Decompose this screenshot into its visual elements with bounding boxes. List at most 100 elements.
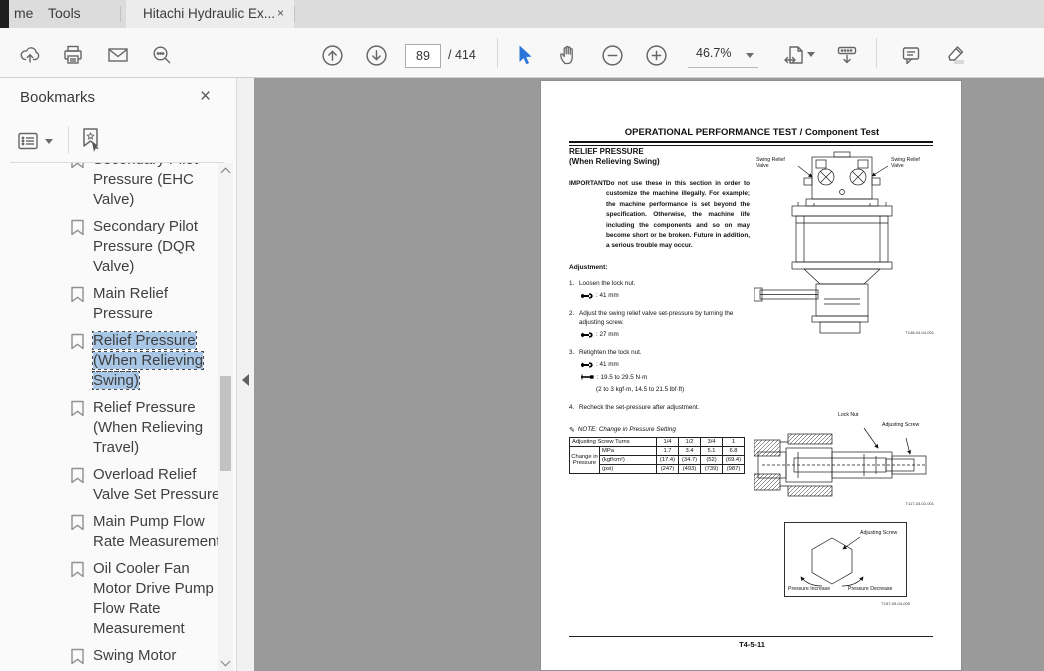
previous-page-button[interactable] bbox=[318, 41, 346, 69]
tab-close-icon[interactable]: × bbox=[277, 6, 284, 20]
email-icon bbox=[106, 43, 130, 67]
torque-wrench-icon bbox=[581, 374, 594, 380]
bookmark-item[interactable]: Overload Relief Valve Set Pressure bbox=[70, 465, 218, 505]
footer-rule bbox=[569, 636, 933, 637]
wrench-icon bbox=[581, 332, 593, 338]
table-group-label: Change in Pressure bbox=[570, 446, 600, 473]
adjustment-heading: Adjustment: bbox=[569, 264, 750, 271]
expand-current-bookmark-button[interactable] bbox=[76, 125, 106, 155]
search-icon bbox=[150, 43, 174, 67]
zoom-level-dropdown[interactable]: 46.7% bbox=[688, 42, 758, 68]
figure-label: Lock Nut bbox=[838, 412, 882, 418]
bookmark-item[interactable]: Oil Cooler Fan Motor Drive Pump Flow Rat… bbox=[70, 559, 218, 639]
section-title: RELIEF PRESSURE bbox=[569, 147, 750, 157]
page-header: OPERATIONAL PERFORMANCE TEST / Component… bbox=[541, 127, 962, 138]
hand-tool-button[interactable] bbox=[554, 41, 582, 69]
hide-toolbar-icon bbox=[835, 43, 859, 67]
figure-label: Pressure Decrease bbox=[848, 586, 904, 592]
figure-code: T148-04-04-001 bbox=[905, 330, 934, 335]
bookmark-item[interactable]: Main Pump Flow Rate Measurement bbox=[70, 512, 218, 552]
wrench-spec: : 41 mm bbox=[581, 291, 750, 300]
collapse-panel-icon[interactable] bbox=[242, 374, 249, 386]
bookmarks-panel-title: Bookmarks bbox=[20, 89, 95, 106]
important-note: IMPORTANT: Do not use these in this sect… bbox=[569, 179, 750, 252]
bookmark-icon bbox=[70, 333, 85, 350]
toolbar-separator bbox=[876, 38, 877, 68]
figure-code: T117-03-02-001 bbox=[906, 501, 934, 506]
bookmark-icon bbox=[70, 648, 85, 665]
scroll-down-icon[interactable] bbox=[221, 657, 231, 667]
bookmark-icon bbox=[70, 561, 85, 578]
scrollbar-thumb[interactable] bbox=[220, 376, 231, 471]
email-button[interactable] bbox=[104, 41, 132, 69]
bookmarks-toolbar bbox=[0, 120, 236, 162]
highlight-button[interactable] bbox=[941, 41, 969, 69]
share-upload-icon bbox=[18, 43, 42, 67]
zoom-out-icon bbox=[600, 43, 625, 68]
wrench-icon bbox=[581, 362, 593, 368]
share-upload-button[interactable] bbox=[16, 41, 44, 69]
fit-width-button[interactable] bbox=[780, 41, 808, 69]
chevron-down-icon bbox=[807, 52, 815, 57]
bookmarks-options-button[interactable] bbox=[16, 127, 60, 155]
chevron-down-icon bbox=[45, 139, 53, 144]
bookmark-icon bbox=[70, 286, 85, 303]
hide-toolbar-button[interactable] bbox=[833, 41, 861, 69]
bookmark-item[interactable]: Relief Pressure (When Relieving Travel) bbox=[70, 398, 218, 458]
panel-divider[interactable] bbox=[236, 78, 254, 671]
figure-label: Swing Relief Valve bbox=[756, 157, 796, 169]
bookmarks-list: Secondary Pilot Pressure (EHC Valve) Sec… bbox=[0, 163, 218, 671]
bookmarks-toolbar-separator bbox=[68, 126, 69, 154]
bookmark-item[interactable]: Secondary Pilot Pressure (DQR Valve) bbox=[70, 217, 218, 277]
comment-button[interactable] bbox=[897, 41, 925, 69]
select-tool-button[interactable] bbox=[510, 41, 538, 69]
wrench-icon bbox=[581, 293, 593, 299]
print-button[interactable] bbox=[59, 41, 87, 69]
figure-code: T157-05-04-005 bbox=[881, 601, 910, 606]
bookmark-item[interactable]: Swing Motor bbox=[70, 646, 218, 666]
page-up-icon bbox=[320, 43, 345, 68]
bookmarks-panel: Bookmarks × bbox=[0, 78, 236, 671]
bookmark-icon bbox=[70, 400, 85, 417]
section-subtitle: (When Relieving Swing) bbox=[569, 157, 750, 167]
bookmark-icon bbox=[70, 163, 85, 169]
next-page-button[interactable] bbox=[362, 41, 390, 69]
tab-document[interactable]: Hitachi Hydraulic Ex... × bbox=[126, 0, 294, 28]
torque-spec-alt-units: (2 to 3 kgf·m, 14.5 to 21.5 lbf·ft) bbox=[596, 385, 750, 394]
page-number-input[interactable]: 89 bbox=[405, 44, 441, 68]
acrobat-window: me Tools Hitachi Hydraulic Ex... × bbox=[0, 0, 1044, 671]
scroll-up-icon[interactable] bbox=[221, 168, 231, 178]
page-down-icon bbox=[364, 43, 389, 68]
swing-motor-diagram bbox=[754, 151, 934, 335]
figure-label: Swing Relief Valve bbox=[891, 157, 931, 169]
search-button[interactable] bbox=[148, 41, 176, 69]
zoom-in-button[interactable] bbox=[642, 41, 670, 69]
bookmarks-close-icon[interactable]: × bbox=[200, 87, 211, 106]
wrench-spec: : 27 mm bbox=[581, 330, 750, 339]
zoom-out-button[interactable] bbox=[598, 41, 626, 69]
page-total-label: / 414 bbox=[448, 48, 476, 62]
text-column: RELIEF PRESSURE (When Relieving Swing) I… bbox=[569, 147, 750, 474]
print-icon bbox=[61, 43, 85, 67]
figure-relief-valve: Lock Nut Adjusting Screw T117-03-02-001 bbox=[754, 412, 934, 506]
bookmark-item[interactable]: Main Relief Pressure bbox=[70, 284, 218, 324]
document-canvas[interactable]: OPERATIONAL PERFORMANCE TEST / Component… bbox=[254, 78, 1044, 671]
pdf-page: OPERATIONAL PERFORMANCE TEST / Component… bbox=[540, 80, 962, 671]
adjustment-step: 4. Recheck the set-pressure after adjust… bbox=[569, 403, 750, 412]
bookmarks-scrollbar[interactable] bbox=[218, 163, 233, 671]
tab-document-title: Hitachi Hydraulic Ex... bbox=[143, 6, 275, 21]
select-cursor-icon bbox=[512, 43, 536, 67]
bookmark-icon bbox=[70, 219, 85, 236]
tab-home[interactable]: me bbox=[14, 5, 33, 21]
figure-adjusting-screw: Adjusting Screw Pressure Increase Pressu… bbox=[784, 522, 910, 606]
bookmark-icon bbox=[70, 514, 85, 531]
comment-icon bbox=[899, 43, 923, 67]
bookmark-item[interactable]: Secondary Pilot Pressure (EHC Valve) bbox=[70, 163, 218, 210]
highlighter-icon bbox=[943, 43, 967, 67]
bookmark-item-selected[interactable]: Relief Pressure (When Relieving Swing) bbox=[70, 331, 218, 391]
tab-tools[interactable]: Tools bbox=[48, 5, 81, 21]
figure-label: Pressure Increase bbox=[788, 586, 840, 592]
note-pen-icon: ✎ bbox=[569, 426, 575, 434]
tab-separator bbox=[294, 6, 295, 22]
zoom-in-icon bbox=[644, 43, 669, 68]
